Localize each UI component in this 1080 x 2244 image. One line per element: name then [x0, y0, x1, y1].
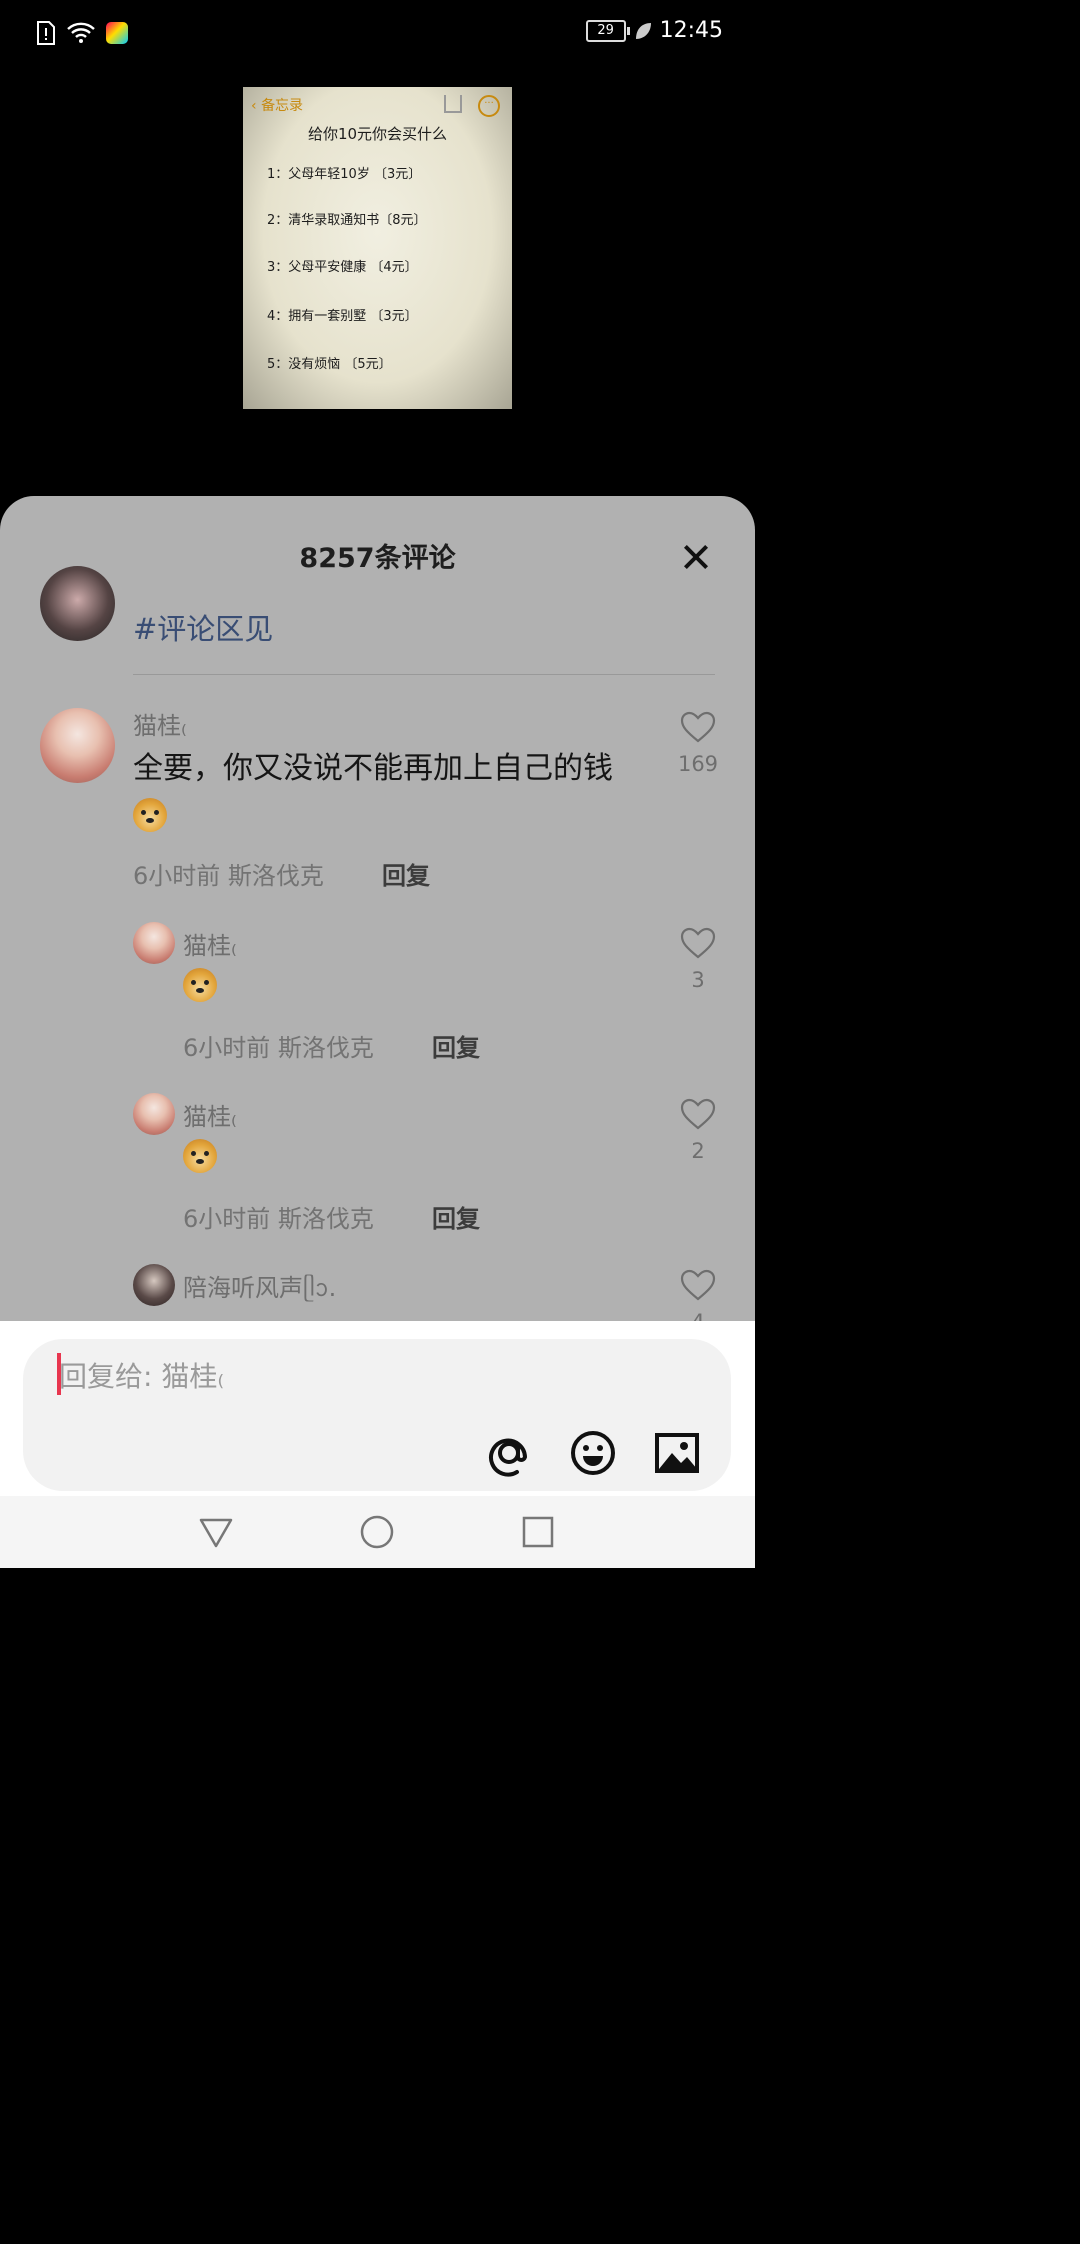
app-notification-icon — [106, 22, 128, 44]
status-icons-left — [36, 20, 128, 46]
doge-emoji-icon — [183, 968, 217, 1002]
triangle-back-icon[interactable] — [198, 1514, 234, 1550]
comment-time: 6小时前 — [183, 1034, 271, 1062]
reply-button[interactable]: 回复 — [382, 856, 430, 891]
like-heart-icon[interactable] — [679, 926, 717, 960]
comment-text — [183, 1139, 217, 1173]
avatar[interactable] — [133, 1093, 175, 1135]
comment-text: 全要，你又没说不能再加上自己的钱 — [133, 746, 633, 836]
like-count: 2 — [691, 1139, 705, 1163]
like-count: 3 — [691, 968, 705, 992]
memo-item: 4：拥有一套别墅 〔3元〕 — [267, 309, 418, 324]
reply-button[interactable]: 回复 — [432, 1028, 480, 1063]
post-image-memo[interactable]: ‹ 备忘录 ··· 给你10元你会买什么 1：父母年轻10岁 〔3元〕 2：清华… — [243, 87, 512, 409]
clock: 12:45 — [659, 18, 723, 43]
status-icons-right: 29 12:45 — [585, 18, 723, 43]
reply-input[interactable]: 回复给: 猫桂₍ — [23, 1339, 731, 1491]
sim-alert-icon — [37, 21, 55, 45]
memo-item: 3：父母平安健康 〔4元〕 — [267, 260, 418, 275]
comment-username[interactable]: 猫桂₍ — [183, 926, 237, 961]
memo-more-icon: ··· — [478, 95, 500, 117]
comment-meta: 6小时前 斯洛伐克 — [183, 1199, 374, 1234]
memo-share-icon — [444, 95, 462, 113]
comment-location: 斯洛伐克 — [277, 1205, 374, 1233]
leaf-icon — [635, 22, 651, 39]
comment-time: 6小时前 — [133, 862, 221, 890]
doge-emoji-icon — [133, 797, 167, 832]
comments-count-title: 8257条评论 — [299, 543, 456, 574]
avatar[interactable] — [40, 566, 115, 641]
comment-username[interactable]: 猫桂₍ — [133, 706, 187, 741]
comment-username[interactable]: 陪海听风声ᥫᩣ. — [183, 1268, 336, 1309]
comment-username[interactable]: 猫桂₍ — [183, 1097, 237, 1132]
reply-input-bar: 回复给: 猫桂₍ — [0, 1321, 755, 1496]
like-heart-icon[interactable] — [679, 1097, 717, 1131]
like-count: 169 — [677, 752, 719, 776]
comment-location: 斯洛伐克 — [277, 1034, 374, 1062]
comment-text — [183, 968, 217, 1002]
close-icon[interactable] — [679, 540, 713, 574]
comment-meta: 6小时前 斯洛伐克 — [183, 1028, 374, 1063]
divider — [133, 674, 715, 675]
avatar[interactable] — [133, 922, 175, 964]
doge-emoji-icon — [183, 1139, 217, 1173]
memo-item: 1：父母年轻10岁 〔3元〕 — [267, 167, 422, 182]
hashtag-link[interactable]: #评论区见 — [133, 606, 273, 648]
square-recents-icon[interactable] — [520, 1514, 556, 1550]
avatar[interactable] — [40, 708, 115, 783]
like-heart-icon[interactable] — [679, 710, 717, 744]
system-nav-bar — [0, 1496, 755, 1568]
memo-back-label: ‹ 备忘录 — [251, 98, 304, 114]
smiley-icon[interactable] — [569, 1429, 617, 1477]
comment-location: 斯洛伐克 — [227, 862, 324, 890]
battery-icon: 29 — [585, 19, 630, 42]
comment-time: 6小时前 — [183, 1205, 271, 1233]
memo-item: 5：没有烦恼 〔5元〕 — [267, 357, 392, 372]
like-heart-icon[interactable] — [679, 1268, 717, 1302]
wifi-icon — [67, 22, 95, 43]
at-icon[interactable] — [485, 1429, 533, 1477]
circle-home-icon[interactable] — [359, 1514, 395, 1550]
reply-button[interactable]: 回复 — [432, 1199, 480, 1234]
memo-item: 2：清华录取通知书〔8元〕 — [267, 213, 427, 228]
reply-input-placeholder: 回复给: 猫桂₍ — [59, 1360, 225, 1393]
image-icon[interactable] — [653, 1429, 701, 1477]
comment-meta: 6小时前 斯洛伐克 — [133, 856, 324, 891]
avatar[interactable] — [133, 1264, 175, 1306]
status-bar: 29 12:45 — [0, 0, 755, 68]
memo-title: 给你10元你会买什么 — [307, 125, 448, 143]
